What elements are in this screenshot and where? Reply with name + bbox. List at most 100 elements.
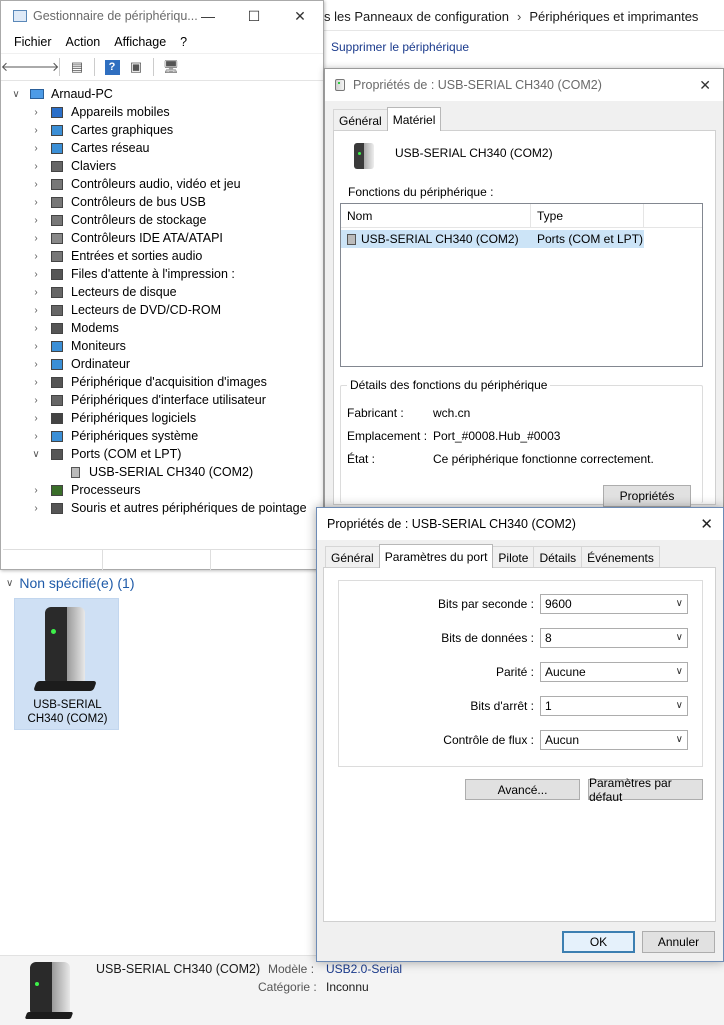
view-icon[interactable]: ▣ xyxy=(125,57,147,77)
chevron-right-icon[interactable]: › xyxy=(31,107,41,118)
cancel-button[interactable]: Annuler xyxy=(642,931,715,953)
tab-general[interactable]: Général xyxy=(325,546,380,568)
tree-category[interactable]: › Appareils mobiles xyxy=(31,103,169,121)
breadcrumb-item-control-panel[interactable]: s les Panneaux de configuration xyxy=(324,9,509,24)
chevron-right-icon[interactable]: › xyxy=(31,197,41,208)
help-icon[interactable]: ? xyxy=(101,57,123,77)
chevron-right-icon[interactable]: › xyxy=(31,179,41,190)
column-header-type[interactable]: Type xyxy=(531,204,644,227)
chevron-right-icon[interactable]: › xyxy=(31,413,41,424)
chevron-right-icon[interactable]: › xyxy=(31,161,41,172)
chevron-right-icon[interactable]: › xyxy=(31,215,41,226)
tree-category[interactable]: › Souris et autres périphériques de point… xyxy=(31,499,306,517)
tree-category[interactable]: › Modems xyxy=(31,319,119,337)
chevron-down-icon: ∨ xyxy=(675,666,683,677)
tree-category[interactable]: › Processeurs xyxy=(31,481,140,499)
close-icon[interactable]: ✕ xyxy=(700,515,713,533)
toolbar-separator xyxy=(153,58,154,76)
chevron-right-icon[interactable]: › xyxy=(31,251,41,262)
functions-list[interactable]: Nom Type USB-SERIAL CH340 (COM2) Ports (… xyxy=(340,203,703,367)
tree-category-label: Périphériques logiciels xyxy=(71,411,197,425)
menu-view[interactable]: Affichage xyxy=(107,35,173,49)
tree-category[interactable]: › Contrôleurs de stockage xyxy=(31,211,206,229)
chevron-right-icon[interactable]: › xyxy=(31,233,41,244)
tree-category[interactable]: ∨ Ports (COM et LPT) xyxy=(31,445,181,463)
tree-category[interactable]: › Claviers xyxy=(31,157,116,175)
chevron-right-icon[interactable]: › xyxy=(31,323,41,334)
tree-category[interactable]: › Files d'attente à l'impression : xyxy=(31,265,235,283)
status-cell xyxy=(211,550,321,570)
chevron-right-icon[interactable]: › xyxy=(31,503,41,514)
tree-category[interactable]: › Entrées et sorties audio xyxy=(31,247,202,265)
tree-category-label: Cartes réseau xyxy=(71,141,150,155)
breadcrumb-item-devices-printers[interactable]: Périphériques et imprimantes xyxy=(529,9,698,24)
tree-device-usb-serial[interactable]: USB-SERIAL CH340 (COM2) xyxy=(67,463,253,481)
scan-hardware-icon[interactable]: 🖥 xyxy=(160,57,182,77)
properties-sheet-icon[interactable]: ▤ xyxy=(66,57,88,77)
tree-category[interactable]: › Lecteurs de disque xyxy=(31,283,176,301)
remove-device-button[interactable]: Supprimer le périphérique xyxy=(331,40,469,54)
chevron-right-icon[interactable]: › xyxy=(31,377,41,388)
tree-category[interactable]: › Périphériques logiciels xyxy=(31,409,196,427)
close-icon[interactable]: ✕ xyxy=(699,77,711,94)
tab-events[interactable]: Événements xyxy=(581,546,660,568)
chevron-right-icon[interactable]: › xyxy=(31,305,41,316)
speaker-icon xyxy=(49,249,65,263)
parity-select[interactable]: Aucune ∨ xyxy=(540,662,688,682)
list-item[interactable]: USB-SERIAL CH340 (COM2) Ports (COM et LP… xyxy=(341,230,644,248)
flow-control-select[interactable]: Aucun ∨ xyxy=(540,730,688,750)
tab-details[interactable]: Détails xyxy=(533,546,583,568)
menu-help[interactable]: ? xyxy=(173,35,194,49)
keyboard-icon xyxy=(49,159,65,173)
title-bar[interactable]: Propriétés de : USB-SERIAL CH340 (COM2) … xyxy=(317,508,723,540)
tab-port-settings[interactable]: Paramètres du port xyxy=(378,544,494,568)
serial-device-icon xyxy=(354,143,376,171)
chevron-down-icon[interactable]: ∨ xyxy=(31,449,41,460)
tree-category[interactable]: › Moniteurs xyxy=(31,337,126,355)
tree-category[interactable]: › Cartes graphiques xyxy=(31,121,173,139)
chevron-right-icon[interactable]: › xyxy=(31,431,41,442)
data-bits-select[interactable]: 8 ∨ xyxy=(540,628,688,648)
chevron-down-icon[interactable]: ∨ xyxy=(11,89,21,100)
ok-button[interactable]: OK xyxy=(562,931,635,953)
baud-rate-select[interactable]: 9600 ∨ xyxy=(540,594,688,614)
tree-category[interactable]: › Lecteurs de DVD/CD-ROM xyxy=(31,301,221,319)
restore-defaults-button[interactable]: Paramètres par défaut xyxy=(588,776,703,804)
chevron-right-icon[interactable]: › xyxy=(31,287,41,298)
tree-category[interactable]: › Périphérique d'acquisition d'images xyxy=(31,373,267,391)
tree-category-label: Périphériques système xyxy=(71,429,199,443)
tab-general[interactable]: Général xyxy=(333,109,388,131)
device-tile[interactable]: USB-SERIAL CH340 (COM2) xyxy=(14,598,119,730)
stop-bits-select[interactable]: 1 ∨ xyxy=(540,696,688,716)
advanced-button[interactable]: Avancé... xyxy=(465,779,580,800)
menu-action[interactable]: Action xyxy=(59,35,108,49)
title-bar[interactable]: Gestionnaire de périphériqu... — ☐ ✕ xyxy=(1,1,323,31)
tree-category[interactable]: › Cartes réseau xyxy=(31,139,150,157)
tree-category[interactable]: › Périphériques d'interface utilisateur xyxy=(31,391,266,409)
properties-button[interactable]: Propriétés xyxy=(603,485,691,507)
close-button[interactable]: ✕ xyxy=(277,1,323,31)
tree-category[interactable]: › Contrôleurs IDE ATA/ATAPI xyxy=(31,229,223,247)
tab-driver[interactable]: Pilote xyxy=(492,546,535,568)
chevron-right-icon[interactable]: › xyxy=(31,269,41,280)
minimize-button[interactable]: — xyxy=(185,1,231,31)
tree-category[interactable]: › Contrôleurs de bus USB xyxy=(31,193,205,211)
forward-arrow-icon[interactable]: 🡒 xyxy=(25,57,60,77)
tree-root[interactable]: ∨ Arnaud-PC xyxy=(11,85,113,103)
title-bar[interactable]: Propriétés de : USB-SERIAL CH340 (COM2) … xyxy=(325,69,723,101)
section-header-unspecified[interactable]: ∨ Non spécifié(e) (1) xyxy=(6,575,134,591)
chevron-right-icon[interactable]: › xyxy=(31,359,41,370)
chevron-right-icon[interactable]: › xyxy=(31,143,41,154)
stop-bits-value: 1 xyxy=(545,699,552,713)
tree-category[interactable]: › Contrôleurs audio, vidéo et jeu xyxy=(31,175,240,193)
tree-category[interactable]: › Ordinateur xyxy=(31,355,130,373)
column-header-name[interactable]: Nom xyxy=(341,204,531,227)
tree-category[interactable]: › Périphériques système xyxy=(31,427,198,445)
tab-hardware[interactable]: Matériel xyxy=(386,107,442,131)
menu-file[interactable]: Fichier xyxy=(7,35,59,49)
chevron-right-icon[interactable]: › xyxy=(31,485,41,496)
maximize-button[interactable]: ☐ xyxy=(231,1,277,31)
chevron-right-icon[interactable]: › xyxy=(31,341,41,352)
chevron-right-icon[interactable]: › xyxy=(31,125,41,136)
chevron-right-icon[interactable]: › xyxy=(31,395,41,406)
